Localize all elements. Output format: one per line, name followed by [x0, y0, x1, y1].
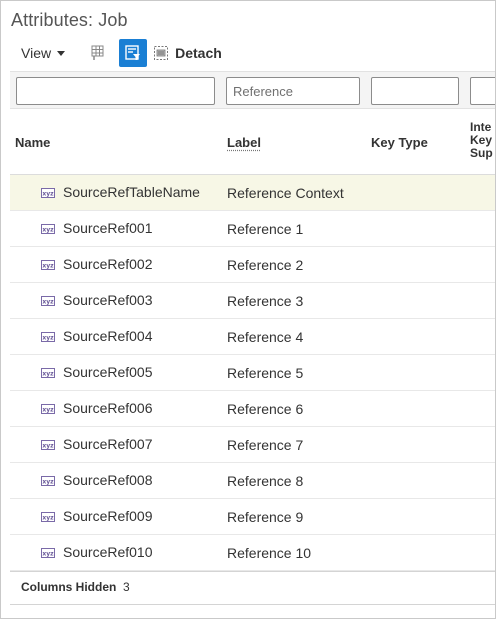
table-row[interactable]: xyz SourceRef006 Reference 6 — [10, 391, 495, 427]
internal-key-filter-input[interactable] — [470, 77, 495, 105]
row-name: SourceRef010 — [63, 544, 153, 560]
table-row[interactable]: xyz SourceRef010 Reference 10 — [10, 535, 495, 571]
columns-hidden-count: 3 — [123, 580, 130, 594]
column-header-name[interactable]: Name — [15, 135, 50, 150]
xyz-attribute-icon: xyz — [41, 368, 55, 378]
table-row[interactable]: xyz SourceRef004 Reference 4 — [10, 319, 495, 355]
table-body: xyz SourceRefTableName Reference Context… — [10, 175, 495, 571]
columns-hidden-label: Columns Hidden — [21, 580, 117, 594]
table-header: Name Label Key Type Inte Key Sup — [10, 109, 495, 175]
view-menu-button[interactable]: View — [11, 39, 75, 67]
freeze-columns-button[interactable] — [83, 39, 111, 67]
svg-text:xyz: xyz — [42, 299, 54, 306]
xyz-attribute-icon: xyz — [41, 224, 55, 234]
column-header-internal-key-line3: Sup — [470, 146, 493, 160]
table-row[interactable]: xyz SourceRef001 Reference 1 — [10, 211, 495, 247]
table-row[interactable]: xyz SourceRef005 Reference 5 — [10, 355, 495, 391]
xyz-attribute-icon: xyz — [41, 332, 55, 342]
key-type-filter-input[interactable] — [371, 77, 459, 105]
table-row[interactable]: xyz SourceRef002 Reference 2 — [10, 247, 495, 283]
svg-text:xyz: xyz — [42, 443, 54, 450]
detach-icon — [154, 46, 169, 60]
freeze-columns-icon — [91, 45, 104, 60]
row-name: SourceRef009 — [63, 508, 153, 524]
svg-text:xyz: xyz — [42, 407, 54, 414]
column-header-key-type[interactable]: Key Type — [371, 135, 428, 150]
detach-button[interactable]: Detach — [153, 39, 222, 67]
row-name: SourceRef004 — [63, 328, 153, 344]
label-filter-input[interactable] — [226, 77, 360, 105]
query-by-example-button[interactable] — [119, 39, 148, 67]
xyz-attribute-icon: xyz — [41, 512, 55, 522]
row-name: SourceRef007 — [63, 436, 153, 452]
row-label: Reference 4 — [227, 329, 304, 345]
page-title: Attributes: Job — [11, 10, 128, 30]
row-name: SourceRefTableName — [63, 184, 200, 200]
svg-text:xyz: xyz — [42, 551, 54, 558]
row-name: SourceRef008 — [63, 472, 153, 488]
chevron-down-icon — [57, 51, 66, 56]
attributes-panel: Attributes: Job View Detach Reference Na… — [0, 0, 496, 619]
column-header-label[interactable]: Label — [227, 135, 261, 150]
row-label: Reference 9 — [227, 509, 304, 525]
svg-text:xyz: xyz — [42, 335, 54, 342]
table-footer: Columns Hidden 3 — [10, 571, 495, 605]
svg-text:xyz: xyz — [42, 515, 54, 522]
xyz-attribute-icon: xyz — [41, 476, 55, 486]
table-row[interactable]: xyz SourceRef009 Reference 9 — [10, 499, 495, 535]
row-name: SourceRef005 — [63, 364, 153, 380]
svg-text:xyz: xyz — [42, 371, 54, 378]
row-label: Reference 8 — [227, 473, 304, 489]
svg-text:xyz: xyz — [42, 263, 54, 270]
row-label: Reference 2 — [227, 257, 304, 273]
row-label: Reference 10 — [227, 545, 312, 561]
svg-text:xyz: xyz — [42, 191, 54, 198]
xyz-attribute-icon: xyz — [41, 548, 55, 558]
filter-row — [10, 71, 495, 109]
name-filter-input[interactable] — [16, 77, 215, 105]
row-name: SourceRef002 — [63, 256, 153, 272]
table-row[interactable]: xyz SourceRefTableName Reference Context — [10, 175, 495, 211]
row-name: SourceRef003 — [63, 292, 153, 308]
table-row[interactable]: xyz SourceRef008 Reference 8 — [10, 463, 495, 499]
query-by-example-icon — [125, 45, 141, 60]
row-label: Reference 5 — [227, 365, 304, 381]
row-name: SourceRef001 — [63, 220, 153, 236]
detach-label: Detach — [175, 45, 222, 61]
view-menu-label: View — [21, 45, 52, 61]
row-label: Reference 3 — [227, 293, 304, 309]
svg-text:xyz: xyz — [42, 479, 54, 486]
xyz-attribute-icon: xyz — [41, 260, 55, 270]
svg-text:xyz: xyz — [42, 227, 54, 234]
column-header-internal-key[interactable]: Inte Key Sup — [470, 121, 493, 160]
table-row[interactable]: xyz SourceRef003 Reference 3 — [10, 283, 495, 319]
xyz-attribute-icon: xyz — [41, 296, 55, 306]
row-label: Reference 7 — [227, 437, 304, 453]
xyz-attribute-icon: xyz — [41, 440, 55, 450]
toolbar: View Detach — [11, 39, 222, 67]
row-label: Reference 1 — [227, 221, 304, 237]
xyz-attribute-icon: xyz — [41, 404, 55, 414]
row-label: Reference Context — [227, 185, 344, 201]
row-name: SourceRef006 — [63, 400, 153, 416]
row-label: Reference 6 — [227, 401, 304, 417]
xyz-attribute-icon: xyz — [41, 188, 55, 198]
table-row[interactable]: xyz SourceRef007 Reference 7 — [10, 427, 495, 463]
